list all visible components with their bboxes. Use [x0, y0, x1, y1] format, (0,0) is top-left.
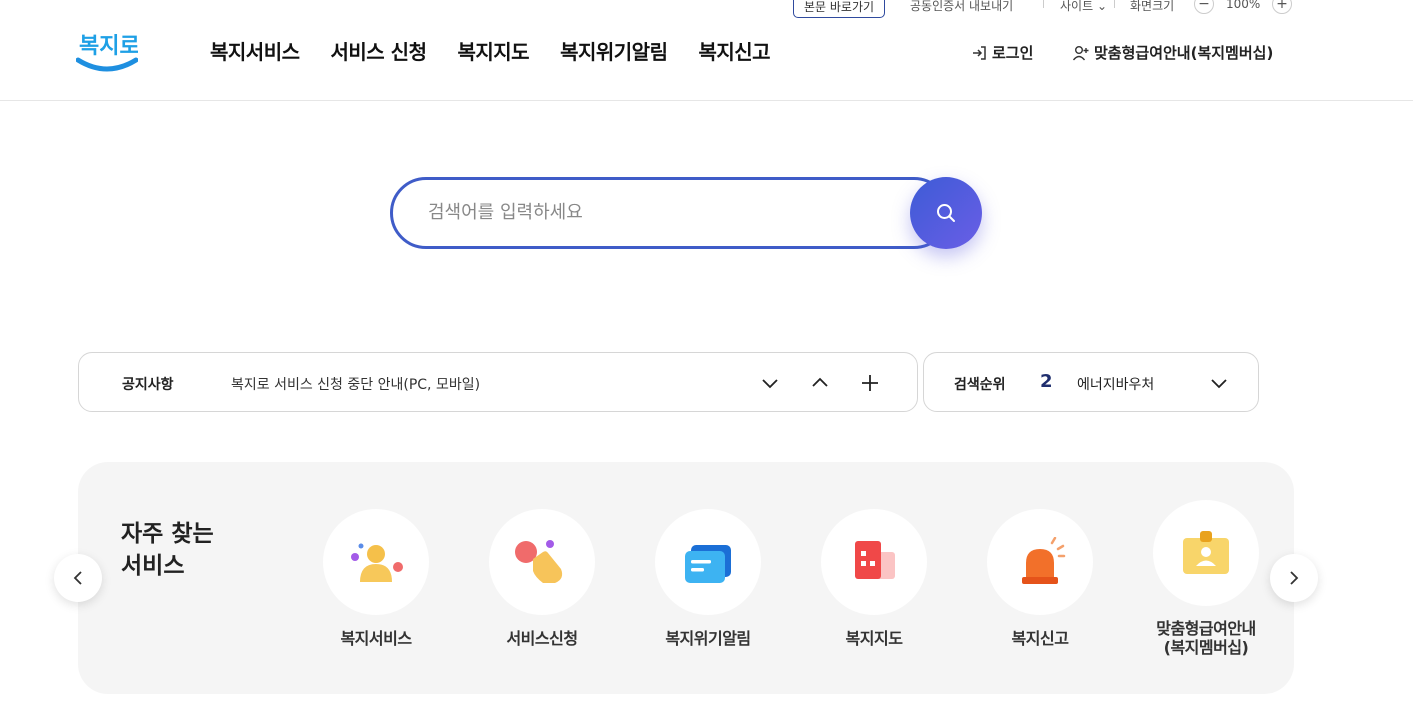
user-plus-icon — [1072, 45, 1089, 60]
carousel-prev-button[interactable] — [54, 554, 102, 602]
service-item-label: 복지서비스 — [340, 629, 412, 648]
notice-next-button[interactable] — [758, 371, 782, 395]
site-header: 복지로 복지서비스 서비스 신청 복지지도 복지위기알림 복지신고 로그인 맞춤… — [0, 0, 1413, 101]
carousel-next-button[interactable] — [1270, 554, 1318, 602]
login-label: 로그인 — [992, 44, 1034, 62]
search-rank-expand-button[interactable] — [1207, 371, 1231, 395]
notice-text[interactable]: 복지로 서비스 신청 중단 안내(PC, 모바일) — [231, 374, 480, 394]
chevron-left-icon — [73, 571, 82, 585]
chevron-right-icon — [1290, 571, 1299, 585]
service-item-welfare[interactable]: 복지서비스 — [316, 509, 436, 648]
search-area — [390, 177, 982, 249]
service-item-label: 복지지도 — [845, 629, 903, 648]
nav-crisis-alert[interactable]: 복지위기알림 — [560, 36, 668, 65]
service-item-label: 복지신고 — [1011, 629, 1069, 648]
service-item-welfare-map[interactable]: 복지지도 — [814, 509, 934, 648]
service-item-crisis-alert[interactable]: 복지위기알림 — [648, 509, 768, 648]
chevron-down-icon — [1211, 379, 1227, 389]
nav-service-apply[interactable]: 서비스 신청 — [331, 36, 427, 65]
service-item-report[interactable]: 복지신고 — [980, 509, 1100, 648]
message-card-icon — [685, 545, 731, 583]
search-input[interactable] — [428, 199, 898, 225]
search-icon — [937, 204, 955, 222]
siren-icon — [1022, 537, 1066, 584]
search-rank-number: 2 — [1040, 371, 1053, 392]
plus-icon — [862, 375, 878, 391]
tap-hand-icon — [515, 540, 563, 583]
service-item-label: 복지위기알림 — [665, 629, 751, 648]
logo-text: 복지로 — [79, 34, 138, 59]
notice-bar: 공지사항 복지로 서비스 신청 중단 안내(PC, 모바일) — [78, 352, 918, 412]
notice-prev-button[interactable] — [808, 371, 832, 395]
search-rank-bar: 검색순위 2 에너지바우처 — [923, 352, 1259, 412]
nav-welfare-service[interactable]: 복지서비스 — [210, 36, 300, 65]
frequent-services-title: 자주 찾는 서비스 — [121, 521, 214, 579]
service-item-label: 서비스신청 — [506, 629, 578, 648]
service-item-membership[interactable]: 맞춤형급여안내(복지멤버십) — [1146, 500, 1266, 657]
service-item-apply[interactable]: 서비스신청 — [482, 509, 602, 648]
nav-welfare-report[interactable]: 복지신고 — [698, 36, 770, 65]
login-icon — [973, 45, 986, 60]
login-link[interactable]: 로그인 — [970, 42, 1033, 63]
membership-link[interactable]: 맞춤형급여안내(복지멤버십) — [1072, 42, 1273, 63]
main-navigation: 복지서비스 서비스 신청 복지지도 복지위기알림 복지신고 — [210, 36, 771, 65]
search-button[interactable] — [910, 177, 982, 249]
notice-more-button[interactable] — [858, 371, 882, 395]
nav-welfare-map[interactable]: 복지지도 — [457, 36, 529, 65]
bokjiro-logo[interactable]: 복지로 — [75, 22, 140, 74]
building-icon — [855, 541, 895, 579]
notice-label: 공지사항 — [122, 377, 174, 393]
id-badge-icon — [1183, 531, 1229, 574]
chevron-up-icon — [812, 377, 828, 387]
person-icon — [351, 543, 403, 582]
chevron-down-icon — [762, 379, 778, 389]
service-item-label: 맞춤형급여안내(복지멤버십) — [1156, 619, 1256, 657]
search-rank-label: 검색순위 — [954, 377, 1006, 393]
search-rank-keyword[interactable]: 에너지바우처 — [1077, 374, 1155, 394]
membership-label: 맞춤형급여안내(복지멤버십) — [1094, 44, 1274, 62]
